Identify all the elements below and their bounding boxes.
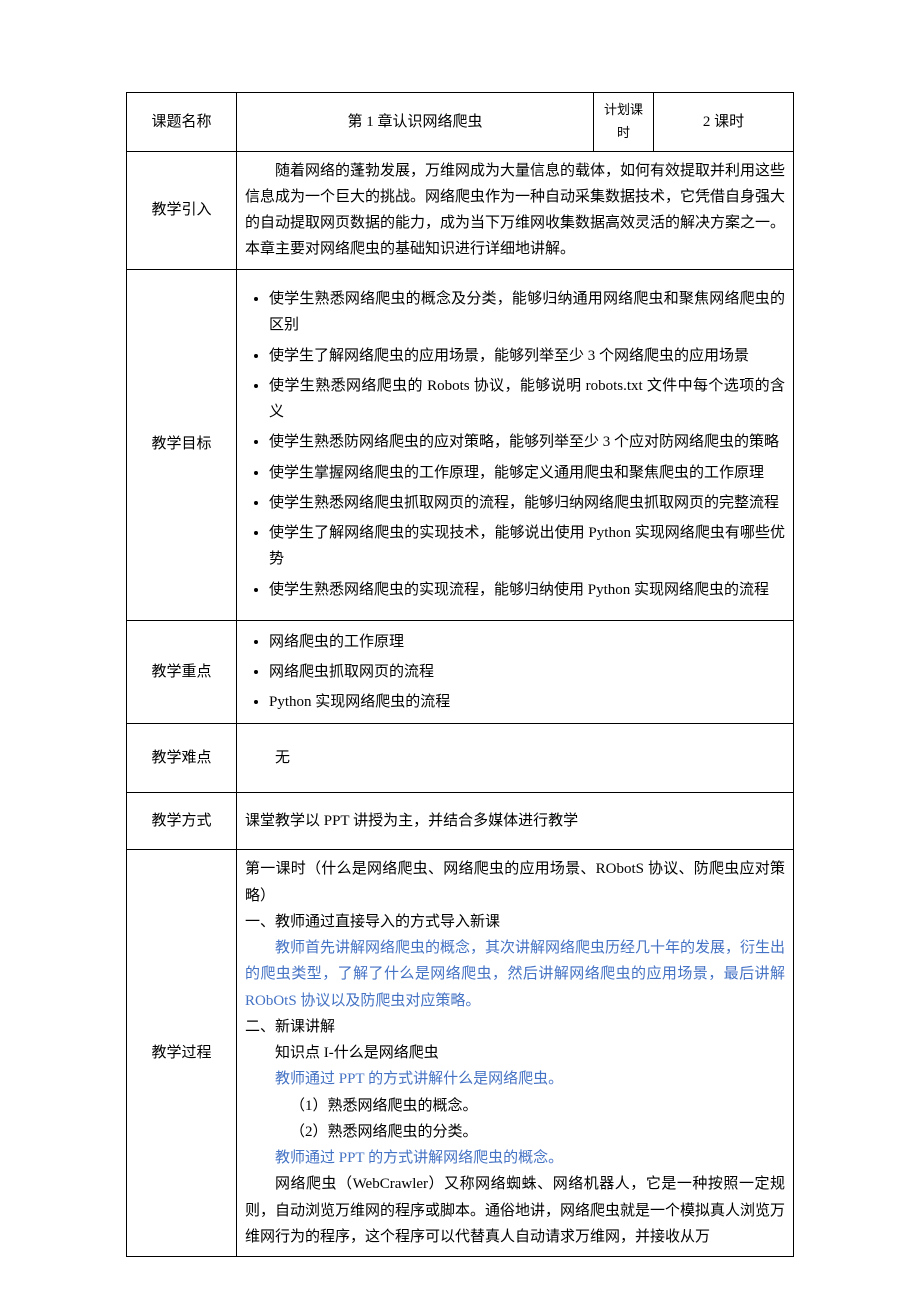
method-label: 教学方式 [127, 793, 237, 850]
key-content: 网络爬虫的工作原理 网络爬虫抓取网页的流程 Python 实现网络爬虫的流程 [237, 620, 794, 724]
process-line: 网络爬虫（WebCrawler）又称网络蜘蛛、网络机器人，它是一种按照一定规则，… [245, 1171, 785, 1250]
list-item: 使学生了解网络爬虫的实现技术，能够说出使用 Python 实现网络爬虫有哪些优势 [269, 518, 785, 575]
table-row: 教学方式 课堂教学以 PPT 讲授为主，并结合多媒体进行教学 [127, 793, 794, 850]
process-line: 一、教师通过直接导入的方式导入新课 [245, 909, 785, 935]
difficulty-label: 教学难点 [127, 724, 237, 793]
key-list: 网络爬虫的工作原理 网络爬虫抓取网页的流程 Python 实现网络爬虫的流程 [245, 627, 785, 718]
difficulty-content: 无 [237, 724, 794, 793]
topic-label: 课题名称 [127, 93, 237, 152]
document-page: 课题名称 第 1 章认识网络爬虫 计划课时 2 课时 教学引入 随着网络的蓬勃发… [0, 0, 920, 1301]
lesson-plan-table: 课题名称 第 1 章认识网络爬虫 计划课时 2 课时 教学引入 随着网络的蓬勃发… [126, 92, 794, 1257]
plan-hours-label: 计划课时 [594, 93, 654, 152]
list-item: 网络爬虫抓取网页的流程 [269, 657, 785, 687]
process-line: 二、新课讲解 [245, 1014, 785, 1040]
list-item: 使学生熟悉网络爬虫的实现流程，能够归纳使用 Python 实现网络爬虫的流程 [269, 575, 785, 605]
table-row: 教学重点 网络爬虫的工作原理 网络爬虫抓取网页的流程 Python 实现网络爬虫… [127, 620, 794, 724]
table-row: 教学引入 随着网络的蓬勃发展，万维网成为大量信息的载体，如何有效提取并利用这些信… [127, 151, 794, 269]
list-item: 使学生了解网络爬虫的应用场景，能够列举至少 3 个网络爬虫的应用场景 [269, 341, 785, 371]
table-row: 教学目标 使学生熟悉网络爬虫的概念及分类，能够归纳通用网络爬虫和聚焦网络爬虫的区… [127, 269, 794, 620]
list-item: 使学生熟悉防网络爬虫的应对策略，能够列举至少 3 个应对防网络爬虫的策略 [269, 427, 785, 457]
key-label: 教学重点 [127, 620, 237, 724]
intro-text: 随着网络的蓬勃发展，万维网成为大量信息的载体，如何有效提取并利用这些信息成为一个… [245, 158, 785, 263]
table-row: 课题名称 第 1 章认识网络爬虫 计划课时 2 课时 [127, 93, 794, 152]
intro-label: 教学引入 [127, 151, 237, 269]
intro-content: 随着网络的蓬勃发展，万维网成为大量信息的载体，如何有效提取并利用这些信息成为一个… [237, 151, 794, 269]
process-line: （2）熟悉网络爬虫的分类。 [245, 1119, 785, 1145]
list-item: Python 实现网络爬虫的流程 [269, 687, 785, 717]
list-item: 使学生掌握网络爬虫的工作原理，能够定义通用爬虫和聚焦爬虫的工作原理 [269, 458, 785, 488]
goals-label: 教学目标 [127, 269, 237, 620]
process-line: 知识点 I-什么是网络爬虫 [245, 1040, 785, 1066]
list-item: 使学生熟悉网络爬虫的 Robots 协议，能够说明 robots.txt 文件中… [269, 371, 785, 428]
list-item: 网络爬虫的工作原理 [269, 627, 785, 657]
table-row: 教学难点 无 [127, 724, 794, 793]
difficulty-value: 无 [245, 745, 785, 771]
goals-content: 使学生熟悉网络爬虫的概念及分类，能够归纳通用网络爬虫和聚焦网络爬虫的区别 使学生… [237, 269, 794, 620]
process-line: （1）熟悉网络爬虫的概念。 [245, 1093, 785, 1119]
process-content: 第一课时（什么是网络爬虫、网络爬虫的应用场景、RObotS 协议、防爬虫应对策略… [237, 850, 794, 1257]
table-row: 教学过程 第一课时（什么是网络爬虫、网络爬虫的应用场景、RObotS 协议、防爬… [127, 850, 794, 1257]
plan-hours-value: 2 课时 [654, 93, 794, 152]
process-label: 教学过程 [127, 850, 237, 1257]
list-item: 使学生熟悉网络爬虫的概念及分类，能够归纳通用网络爬虫和聚焦网络爬虫的区别 [269, 284, 785, 341]
topic-value: 第 1 章认识网络爬虫 [237, 93, 594, 152]
process-line-blue: 教师通过 PPT 的方式讲解网络爬虫的概念。 [245, 1145, 785, 1171]
list-item: 使学生熟悉网络爬虫抓取网页的流程，能够归纳网络爬虫抓取网页的完整流程 [269, 488, 785, 518]
method-content: 课堂教学以 PPT 讲授为主，并结合多媒体进行教学 [237, 793, 794, 850]
goals-list: 使学生熟悉网络爬虫的概念及分类，能够归纳通用网络爬虫和聚焦网络爬虫的区别 使学生… [245, 284, 785, 605]
process-line-blue: 教师首先讲解网络爬虫的概念，其次讲解网络爬虫历经几十年的发展，衍生出的爬虫类型，… [245, 935, 785, 1014]
process-line: 第一课时（什么是网络爬虫、网络爬虫的应用场景、RObotS 协议、防爬虫应对策略… [245, 856, 785, 909]
process-line-blue: 教师通过 PPT 的方式讲解什么是网络爬虫。 [245, 1066, 785, 1092]
